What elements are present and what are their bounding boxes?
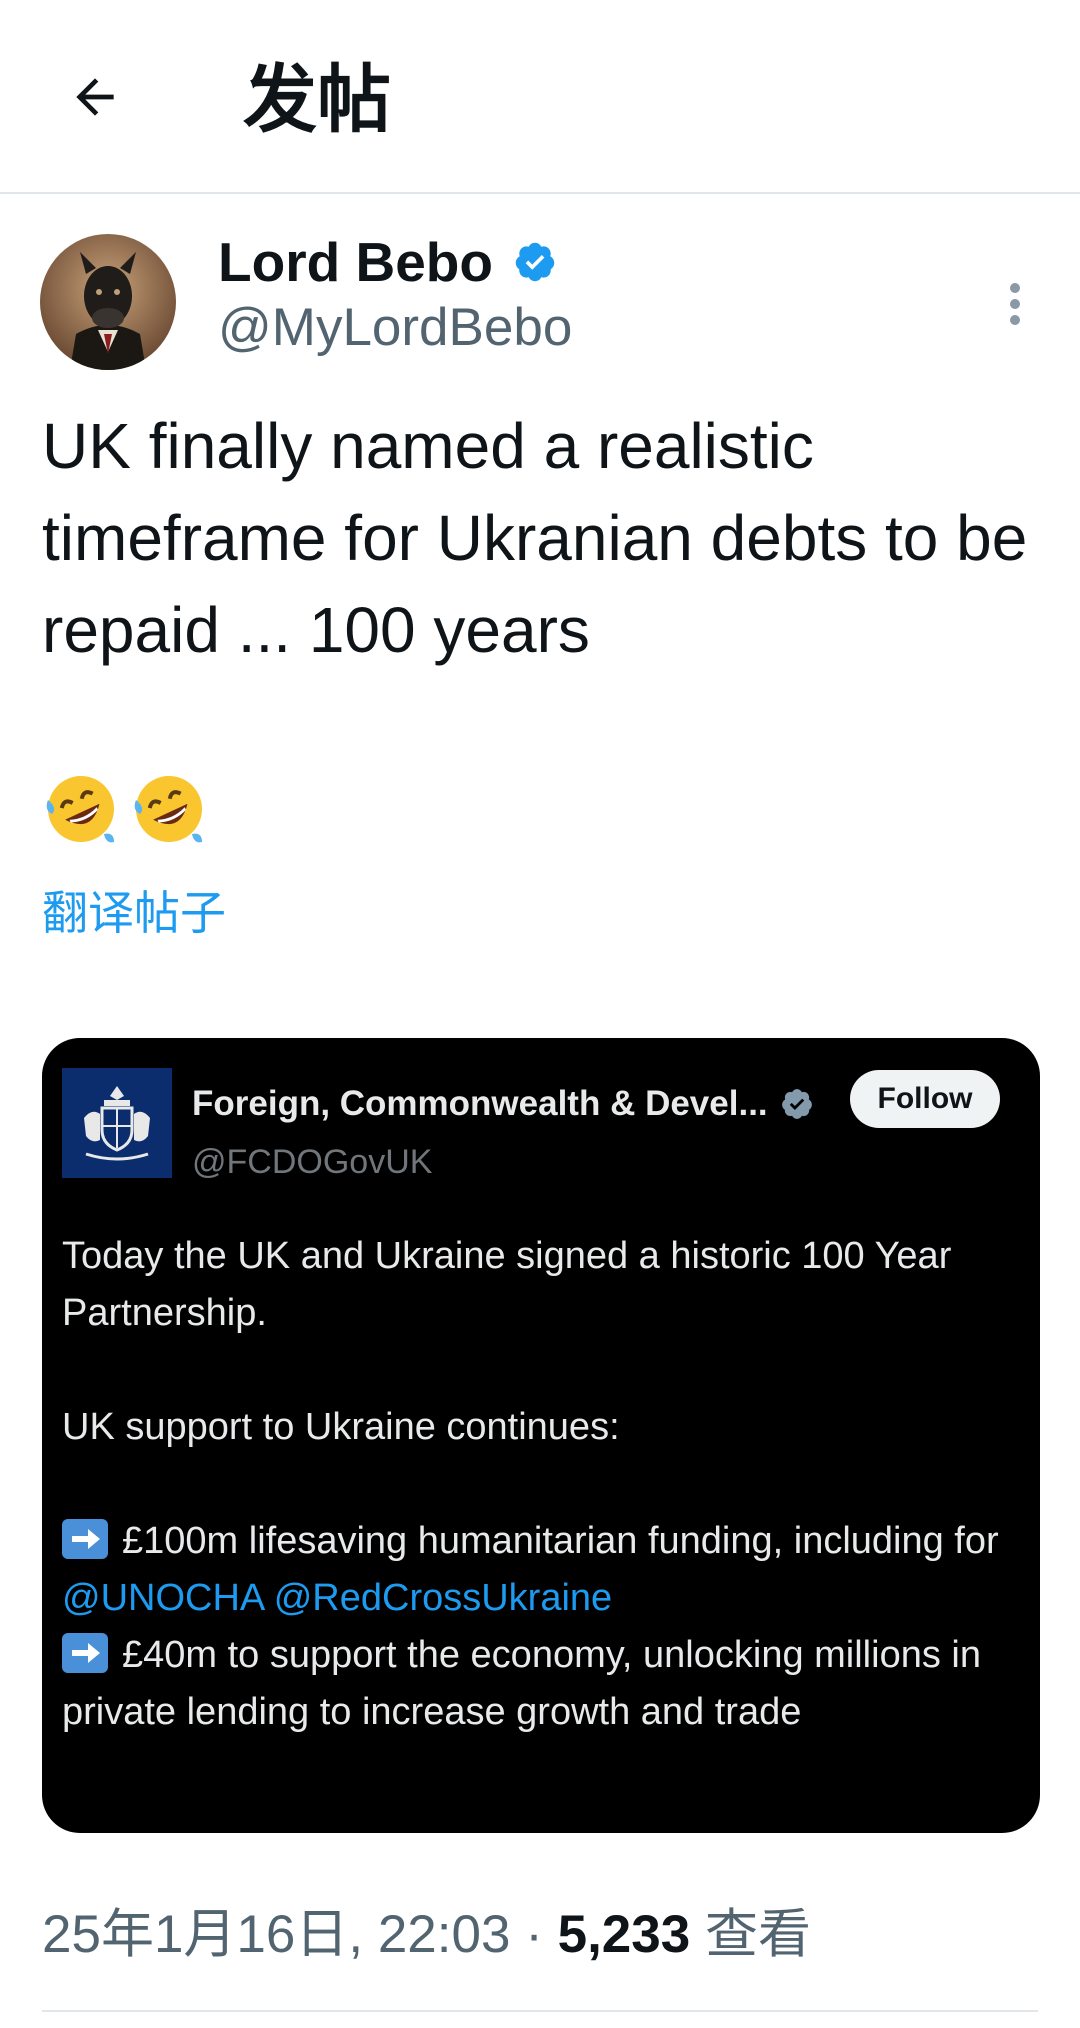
quoted-list-item-2-text: £40m to support the economy, unlocking m… — [62, 1634, 981, 1733]
quoted-paragraph-2: UK support to Ukraine continues: — [62, 1406, 620, 1448]
verified-badge-icon — [513, 240, 557, 284]
author-handle[interactable]: @MyLordBebo — [218, 298, 572, 358]
arrow-left-icon — [76, 78, 114, 116]
dog-portrait-image — [40, 234, 176, 370]
quoted-tweet-card[interactable]: Foreign, Commonwealth & Devel... @FCDOGo… — [42, 1038, 1040, 1833]
post-meta: 25年1月16日, 22:03 · 5,233 查看 — [42, 1903, 811, 1967]
page-title: 发帖 — [243, 58, 391, 141]
rolling-on-floor-laughing-icon — [46, 776, 114, 843]
views-count[interactable]: 5,233 — [558, 1905, 691, 1964]
tweet-emojis — [42, 770, 208, 848]
avatar[interactable] — [40, 234, 176, 370]
back-button[interactable] — [60, 62, 130, 132]
author-name-line: Lord Bebo — [218, 232, 557, 292]
quoted-list-item-1-text: £100m lifesaving humanitarian funding, i… — [122, 1520, 999, 1562]
mention-unocha-link[interactable]: @UNOCHA — [62, 1577, 263, 1619]
fcdo-crest-logo — [62, 1068, 172, 1178]
meta-separator: · — [525, 1905, 543, 1964]
rolling-on-floor-laughing-icon — [134, 776, 202, 843]
quoted-list: £100m lifesaving humanitarian funding, i… — [62, 1513, 1022, 1741]
author-row: Lord Bebo @MyLordBebo — [40, 232, 1040, 372]
author-display-name[interactable]: Lord Bebo — [218, 232, 493, 292]
quoted-paragraph-1: Today the UK and Ukraine signed a histor… — [62, 1235, 952, 1334]
divider — [42, 2010, 1038, 2012]
quoted-list-item-2: £40m to support the economy, unlocking m… — [62, 1627, 1022, 1741]
verified-badge-icon — [780, 1087, 814, 1121]
views-label: 查看 — [704, 1905, 811, 1964]
tweet-text: UK finally named a realistic timeframe f… — [42, 410, 1028, 666]
quoted-author-name-line: Foreign, Commonwealth & Devel... — [192, 1080, 814, 1128]
quoted-author-handle[interactable]: @FCDOGovUK — [192, 1140, 432, 1184]
right-arrow-emoji-icon — [62, 1633, 108, 1673]
more-vertical-icon — [1010, 283, 1020, 325]
quoted-list-item-1: £100m lifesaving humanitarian funding, i… — [62, 1513, 1022, 1627]
post-timestamp[interactable]: 25年1月16日, 22:03 — [42, 1905, 510, 1964]
follow-button[interactable]: Follow — [850, 1070, 1000, 1128]
quoted-tweet-body: Today the UK and Ukraine signed a histor… — [62, 1228, 1022, 1741]
top-bar: 发帖 — [0, 0, 1080, 194]
mention-redcrossukraine-link[interactable]: @RedCrossUkraine — [274, 1577, 612, 1619]
quoted-author-display-name[interactable]: Foreign, Commonwealth & Devel... — [192, 1082, 768, 1126]
translate-post-link[interactable]: 翻译帖子 — [42, 883, 226, 943]
right-arrow-emoji-icon — [62, 1519, 108, 1559]
more-options-button[interactable] — [990, 264, 1040, 344]
